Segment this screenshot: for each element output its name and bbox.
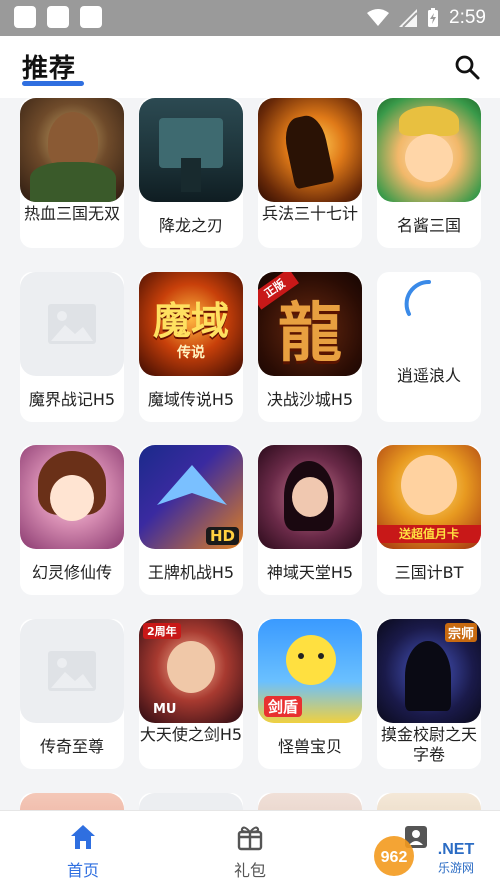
game-icon-badge: 送超值月卡 bbox=[377, 525, 481, 543]
game-card[interactable]: 魔界战记H5 bbox=[20, 272, 124, 422]
game-card[interactable] bbox=[139, 793, 243, 810]
game-name: 怪兽宝贝 bbox=[277, 737, 342, 756]
game-icon bbox=[20, 445, 124, 549]
game-card[interactable]: 魔域 传说 魔域传说H5 bbox=[139, 272, 243, 422]
game-icon: 宗师 bbox=[377, 619, 481, 723]
game-icon bbox=[258, 445, 362, 549]
game-icon-logo: MU bbox=[153, 702, 177, 717]
game-card[interactable]: 送超值月卡 三国计BT bbox=[377, 445, 481, 595]
game-icon: 2周年 MU bbox=[139, 619, 243, 723]
game-card[interactable]: 热血三国无双 bbox=[20, 98, 124, 248]
site-watermark: 962 .NET 乐游网 bbox=[374, 836, 475, 876]
game-card[interactable]: HD 王牌机战H5 bbox=[139, 445, 243, 595]
title-underline bbox=[22, 81, 84, 86]
game-card[interactable]: 降龙之刃 bbox=[139, 98, 243, 248]
game-icon bbox=[377, 98, 481, 202]
game-card[interactable]: 2周年 MU 大天使之剑H5 bbox=[139, 619, 243, 769]
image-placeholder-icon bbox=[48, 304, 96, 344]
game-name: 大天使之剑H5 bbox=[139, 725, 243, 744]
game-name: 摸金校尉之天字卷 bbox=[380, 725, 477, 764]
game-card[interactable] bbox=[20, 793, 124, 810]
nav-label: 首页 bbox=[66, 861, 99, 880]
loading-spinner-icon bbox=[404, 279, 431, 316]
game-icon bbox=[139, 98, 243, 202]
game-icon bbox=[20, 793, 124, 810]
game-name: 热血三国无双 bbox=[23, 204, 120, 223]
game-name: 三国计BT bbox=[394, 563, 464, 582]
notification-icon bbox=[47, 6, 69, 28]
game-icon bbox=[377, 793, 481, 810]
game-name: 逍遥浪人 bbox=[396, 366, 461, 385]
game-icon-subtitle: 传说 bbox=[177, 345, 205, 361]
game-icon-loading bbox=[377, 272, 481, 376]
game-icon-badge: HD bbox=[205, 527, 239, 545]
game-card[interactable]: 幻灵修仙传 bbox=[20, 445, 124, 595]
watermark-number: 962 bbox=[381, 849, 408, 866]
game-card[interactable]: 宗师 摸金校尉之天字卷 bbox=[377, 619, 481, 769]
battery-charging-icon bbox=[428, 8, 439, 27]
watermark-subtext: 乐游网 bbox=[438, 861, 474, 875]
game-name: 名酱三国 bbox=[396, 216, 461, 235]
game-icon bbox=[258, 793, 362, 810]
game-icon: 送超值月卡 bbox=[377, 445, 481, 549]
game-name: 魔界战记H5 bbox=[28, 390, 116, 409]
game-card[interactable]: 名酱三国 bbox=[377, 98, 481, 248]
game-icon-placeholder bbox=[20, 272, 124, 376]
game-icon-title: 魔域 bbox=[152, 298, 229, 343]
game-card[interactable] bbox=[258, 793, 362, 810]
game-icon-placeholder bbox=[139, 793, 243, 810]
game-name: 神域天堂H5 bbox=[266, 563, 354, 582]
game-icon bbox=[20, 98, 124, 202]
game-icon-badge: 宗师 bbox=[444, 623, 477, 642]
wifi-icon bbox=[367, 9, 390, 26]
status-bar: 2:59 bbox=[0, 0, 500, 36]
page-title: 推荐 bbox=[22, 54, 77, 84]
game-card[interactable]: 神域天堂H5 bbox=[258, 445, 362, 595]
game-card[interactable]: 兵法三十七计 bbox=[258, 98, 362, 248]
game-card[interactable]: 龍 正版 决战沙城H5 bbox=[258, 272, 362, 422]
game-name: 魔域传说H5 bbox=[147, 390, 235, 409]
image-placeholder-icon bbox=[48, 651, 96, 691]
game-icon: 剑盾 bbox=[258, 619, 362, 723]
search-icon[interactable] bbox=[454, 54, 480, 80]
signal-icon bbox=[399, 9, 418, 27]
game-icon: 龍 正版 bbox=[258, 272, 362, 376]
gift-icon bbox=[237, 826, 263, 851]
game-icon-placeholder bbox=[20, 619, 124, 723]
nav-label: 礼包 bbox=[233, 861, 266, 880]
home-icon bbox=[71, 825, 95, 849]
game-icon-badge: 2周年 bbox=[143, 623, 181, 639]
game-card[interactable]: 逍遥浪人 bbox=[377, 272, 481, 422]
watermark-suffix: .NET bbox=[438, 841, 475, 858]
nav-gift[interactable]: 礼包 bbox=[190, 811, 310, 888]
game-grid: 热血三国无双 降龙之刃 兵法三十七计 名酱三国 魔界战记H5 魔域 传说 魔域传… bbox=[14, 98, 486, 810]
game-icon bbox=[258, 98, 362, 202]
game-name: 降龙之刃 bbox=[158, 216, 223, 235]
clock: 2:59 bbox=[449, 7, 486, 28]
game-name: 兵法三十七计 bbox=[261, 204, 358, 223]
game-icon: HD bbox=[139, 445, 243, 549]
notification-icon bbox=[14, 6, 36, 28]
game-name: 决战沙城H5 bbox=[266, 390, 354, 409]
game-card[interactable]: 传奇至尊 bbox=[20, 619, 124, 769]
notification-icon bbox=[80, 6, 102, 28]
game-icon-badge: 剑盾 bbox=[264, 696, 303, 717]
game-name: 传奇至尊 bbox=[39, 737, 104, 756]
game-card[interactable] bbox=[377, 793, 481, 810]
game-name: 王牌机战H5 bbox=[147, 563, 235, 582]
game-name: 幻灵修仙传 bbox=[31, 563, 112, 582]
nav-home[interactable]: 首页 bbox=[23, 811, 143, 888]
game-card[interactable]: 剑盾 怪兽宝贝 bbox=[258, 619, 362, 769]
game-icon: 魔域 传说 bbox=[139, 272, 243, 376]
app-header: 推荐 bbox=[0, 36, 500, 98]
